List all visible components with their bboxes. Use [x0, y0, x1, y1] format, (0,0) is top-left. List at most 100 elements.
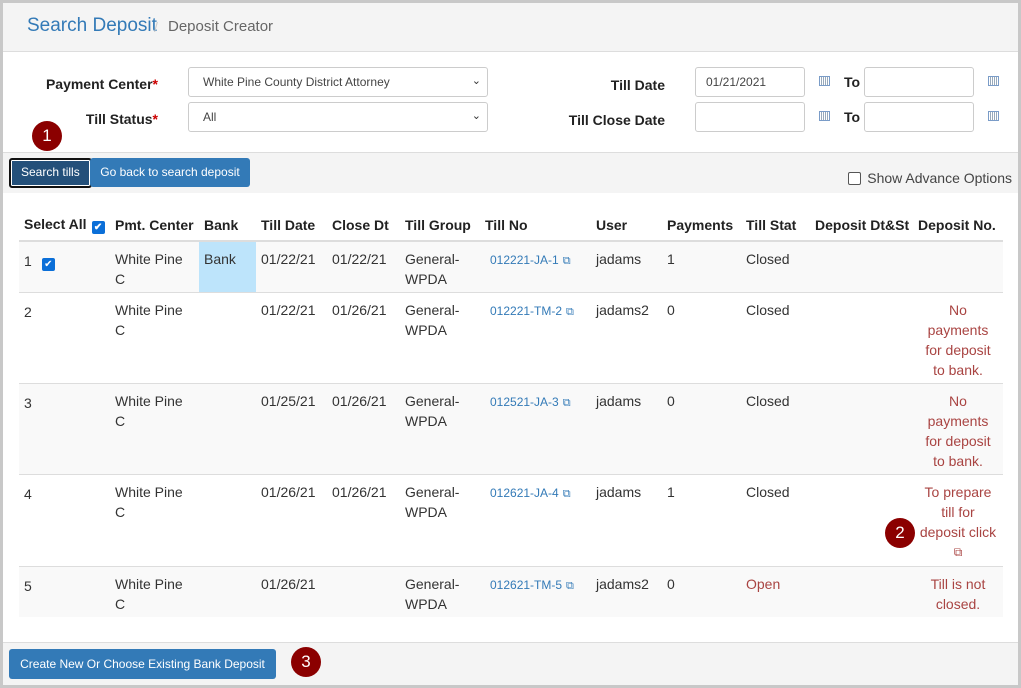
till-no-link[interactable]: 012621-JA-4 [485, 486, 559, 500]
calendar-icon[interactable] [988, 76, 999, 86]
till-close-date-from-input[interactable] [695, 102, 805, 132]
till-status-label-text: Till Status [85, 111, 153, 127]
till-status-cell: Closed [741, 291, 810, 383]
close-date: 01/26/21 [332, 392, 387, 409]
search-tills-button[interactable]: Search tills [9, 158, 92, 188]
calendar-icon[interactable] [988, 111, 999, 121]
close-date-cell: 01/22/21 [327, 240, 400, 292]
table-header: Select All ✔ Pmt. Center Bank Till Date Close… [19, 210, 1003, 242]
payments-cell: 0 [662, 565, 741, 617]
payment-center: White Pine C [115, 392, 183, 429]
column-header-label: Till Date [261, 217, 316, 233]
column-header: Till No [480, 210, 591, 242]
payment-center-select[interactable]: White Pine County District Attorney ⌄ [188, 67, 488, 97]
till-status-select[interactable]: All ⌄ [188, 102, 488, 132]
till-no-link[interactable]: 012521-JA-3 [485, 395, 559, 409]
close-date: 01/22/21 [332, 251, 387, 267]
till-date-to-input[interactable] [864, 67, 974, 97]
payment-center-label-text: Payment Center [45, 76, 153, 92]
column-header: Till Date [256, 210, 327, 242]
external-link-icon[interactable]: ⧉ [566, 306, 574, 318]
till-status: Closed [746, 251, 790, 267]
payment-center: White Pine C [115, 575, 183, 612]
close-date-cell [327, 565, 400, 617]
till-group: General-WPDA [405, 392, 460, 429]
deposit-creator-panel: Search Deposit / Deposit Creator Payment… [3, 3, 1018, 685]
external-link-icon[interactable]: ⧉ [566, 580, 574, 592]
show-advance-options[interactable]: Show Advance Options [848, 170, 1012, 186]
till-no-cell: 012621-TM-5 ⧉ [480, 565, 591, 617]
column-header-label: Till Group [405, 217, 471, 233]
payment-center-label: Payment Center* [43, 76, 158, 92]
close-date: 01/26/21 [332, 483, 387, 500]
payment-center: White Pine C [115, 251, 183, 287]
deposit-no-cell [913, 240, 1003, 292]
user-cell: jadams [591, 382, 662, 474]
user-cell: jadams2 [591, 291, 662, 383]
chevron-down-icon: ⌄ [471, 75, 481, 87]
column-header: Close Dt [327, 210, 400, 242]
calendar-icon[interactable] [819, 76, 830, 86]
deposit-no: No payments for deposit to bank. [925, 301, 991, 378]
deposit-date-status-cell [810, 240, 913, 292]
till-no-link[interactable]: 012221-JA-1 [485, 253, 559, 267]
show-advance-label: Show Advance Options [867, 170, 1012, 186]
bank-cell [199, 291, 256, 383]
user: jadams [596, 392, 642, 409]
external-link-icon[interactable]: ⧉ [918, 542, 998, 562]
column-header-label: User [596, 217, 628, 233]
till-close-date-to-label: To [844, 109, 861, 125]
breadcrumb-search-deposit[interactable]: Search Deposit [27, 15, 157, 37]
till-group-cell: General-WPDA [400, 473, 480, 566]
payment-center: White Pine C [115, 483, 183, 520]
column-header-label: Pmt. Center [115, 217, 194, 233]
payment-center-cell: White Pine C [110, 473, 199, 566]
row-checkbox[interactable]: ✔ [41, 258, 55, 271]
payments: 0 [667, 392, 675, 409]
row-number: 5 [24, 577, 32, 594]
till-no-link[interactable]: 012221-TM-2 [485, 304, 562, 318]
till-date-from-input[interactable]: 01/21/2021 [695, 67, 805, 97]
external-link-icon[interactable]: ⧉ [563, 397, 571, 409]
till-status: Closed [746, 301, 790, 318]
step-badge-1: 1 [32, 121, 62, 151]
select-all-checkbox[interactable]: ✔ [91, 221, 105, 234]
row-number-cell: 4 [19, 473, 110, 566]
till-date: 01/22/21 [261, 301, 316, 318]
column-header: Till Group [400, 210, 480, 242]
column-header: Pmt. Center [110, 210, 199, 242]
till-status-cell: Closed [741, 473, 810, 566]
bank: Bank [204, 251, 236, 267]
deposit-no-cell: Till is not closed. [913, 565, 1003, 617]
external-link-icon[interactable]: ⧉ [563, 255, 571, 267]
till-no-link[interactable]: 012621-TM-5 [485, 578, 562, 592]
payment-center-value: White Pine County District Attorney [203, 75, 390, 89]
payments: 1 [667, 251, 675, 267]
column-header-label: Deposit Dt&St [815, 217, 910, 233]
column-header: Select All ✔ [19, 210, 110, 242]
close-date-cell: 01/26/21 [327, 473, 400, 566]
user: jadams [596, 483, 642, 500]
bank-cell [199, 473, 256, 566]
column-header-label: Deposit No. [918, 217, 996, 233]
external-link-icon[interactable]: ⧉ [563, 488, 571, 500]
till-date-label: Till Date [610, 77, 665, 93]
table-row: 5 White Pine C 01/26/21 General-WPDA 012621-… [19, 565, 1003, 617]
deposit-no-cell: To prepare till for deposit click ⧉ [913, 473, 1003, 566]
payment-center-cell: White Pine C [110, 565, 199, 617]
calendar-icon[interactable] [819, 111, 830, 121]
show-advance-checkbox[interactable] [848, 172, 862, 185]
till-date-cell: 01/22/21 [256, 291, 327, 383]
payment-center-cell: White Pine C [110, 382, 199, 474]
go-back-button[interactable]: Go back to search deposit [90, 158, 250, 187]
column-header: Deposit Dt&St [810, 210, 913, 242]
till-close-date-label: Till Close Date [568, 112, 665, 128]
row-number-cell: 5 [19, 565, 110, 617]
breadcrumb: Search Deposit / Deposit Creator [3, 3, 1018, 52]
till-close-date-to-input[interactable] [864, 102, 974, 132]
create-bank-deposit-button[interactable]: Create New Or Choose Existing Bank Depos… [9, 649, 276, 679]
required-marker: * [152, 76, 158, 92]
close-date-cell: 01/26/21 [327, 291, 400, 383]
bank-cell [199, 565, 256, 617]
breadcrumb-separator: / [154, 19, 158, 35]
